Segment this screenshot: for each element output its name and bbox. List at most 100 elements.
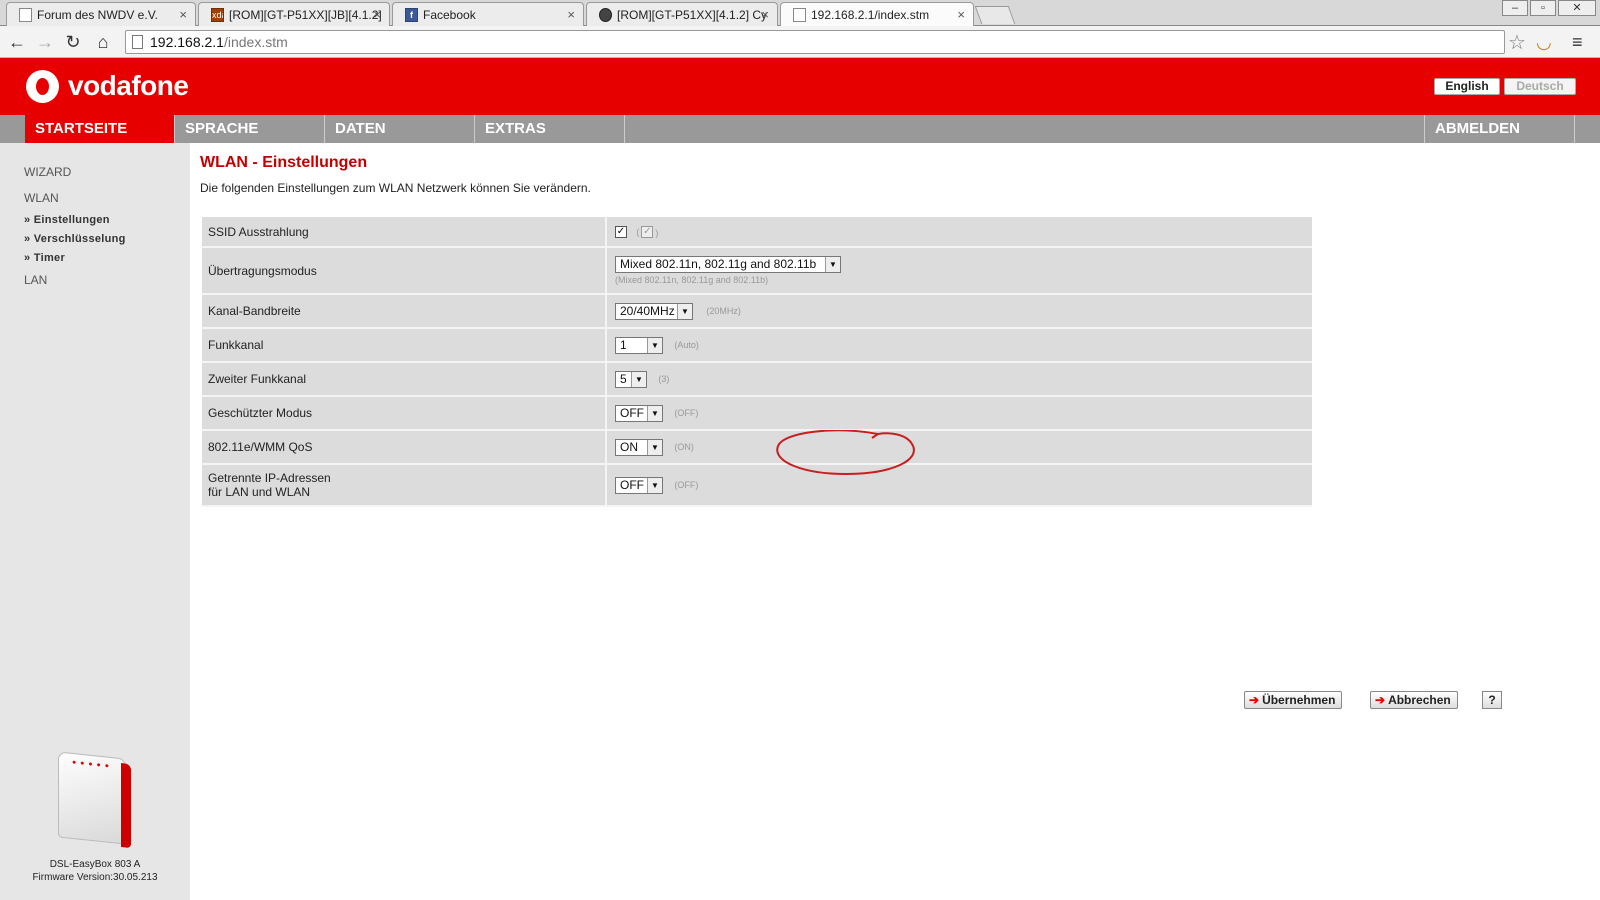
arrow-right-icon: ➔ (1375, 693, 1386, 707)
bandwidth-select-value: 20/40MHz (620, 303, 675, 318)
cancel-button[interactable]: ➔ Abbrechen (1370, 691, 1458, 709)
close-tab-icon[interactable]: × (179, 7, 187, 22)
ssid-value: ✓ (✓) (606, 217, 1312, 248)
minimize-icon[interactable]: – (1502, 0, 1528, 16)
browser-menu-icon[interactable]: ≡ (1572, 32, 1583, 53)
red-annotation-circle (776, 430, 915, 476)
ssid-default-close: ) (655, 227, 659, 238)
page-title: WLAN - Einstellungen (200, 154, 368, 171)
channel-value: 1 ▼ (Auto) (606, 328, 1312, 363)
settings-row: Funkkanal 1 ▼ (Auto) (202, 328, 1312, 363)
sidebar: WIZARD WLAN » Einstellungen » Verschlüss… (0, 143, 190, 900)
settings-row: Übertragungsmodus Mixed 802.11n, 802.11g… (202, 247, 1312, 295)
browser-tab[interactable]: f Facebook × (392, 2, 584, 26)
separate-label-line2: für LAN und WLAN (208, 485, 311, 499)
amazon-extension-icon[interactable]: ◡ (1536, 32, 1552, 53)
bandwidth-value: 20/40MHz ▼ (20MHz) (606, 294, 1312, 329)
qos-value: ON ▼ (ON) (606, 430, 1312, 465)
channel-select-value: 1 (620, 337, 627, 352)
channel-select[interactable]: 1 ▼ (615, 336, 663, 354)
channel2-value: 5 ▼ (3) (606, 362, 1312, 397)
chevron-down-icon: ▼ (647, 477, 662, 493)
bandwidth-label: Kanal-Bandbreite (202, 294, 607, 329)
qos-select[interactable]: ON ▼ (615, 438, 663, 456)
page-icon (19, 8, 32, 22)
chevron-down-icon: ▼ (677, 303, 692, 319)
new-tab-button[interactable] (974, 6, 1016, 24)
channel2-select[interactable]: 5 ▼ (615, 370, 647, 388)
reload-icon[interactable]: ↻ (62, 32, 84, 52)
right-margin (1576, 143, 1600, 900)
tab-title: [ROM][GT-P51XX][4.1.2] Cy (617, 8, 768, 22)
home-icon[interactable]: ⌂ (92, 32, 114, 52)
close-tab-icon[interactable]: × (373, 7, 381, 22)
sidebar-item-wizard[interactable]: WIZARD (24, 165, 71, 179)
maximize-icon[interactable]: ▫ (1530, 0, 1556, 16)
chevron-down-icon: ▼ (647, 337, 662, 353)
sidebar-item-wlan[interactable]: WLAN (24, 191, 59, 205)
help-button[interactable]: ? (1482, 691, 1502, 709)
close-tab-icon[interactable]: × (957, 7, 965, 22)
separate-select-value: OFF (620, 477, 644, 492)
sidebar-item-lan[interactable]: LAN (24, 273, 47, 287)
menu-extras[interactable]: EXTRAS (475, 115, 625, 143)
channel-default: (Auto) (674, 340, 699, 350)
channel2-default: (3) (658, 374, 670, 384)
menu-abmelden[interactable]: ABMELDEN (1425, 115, 1575, 143)
ssid-broadcast-checkbox[interactable]: ✓ (615, 226, 627, 239)
protected-value: OFF ▼ (OFF) (606, 396, 1312, 431)
menu-daten[interactable]: DATEN (325, 115, 475, 143)
menu-sprache[interactable]: SPRACHE (175, 115, 325, 143)
main-menu: STARTSEITE SPRACHE DATEN EXTRAS ABMELDEN (0, 115, 1600, 143)
settings-row: 802.11e/WMM QoS ON ▼ (ON) (202, 430, 1312, 465)
settings-row: Geschützter Modus OFF ▼ (OFF) (202, 396, 1312, 431)
settings-row: Kanal-Bandbreite 20/40MHz ▼ (20MHz) (202, 294, 1312, 329)
back-icon[interactable]: ← (6, 32, 28, 52)
sidebar-item-verschluesselung[interactable]: » Verschlüsselung (24, 233, 126, 245)
channel2-label: Zweiter Funkkanal (202, 362, 607, 397)
close-window-icon[interactable]: ✕ (1558, 0, 1596, 16)
forward-icon[interactable]: → (34, 32, 56, 52)
ssid-label: SSID Ausstrahlung (202, 217, 607, 248)
close-tab-icon[interactable]: × (567, 7, 575, 22)
page-icon (793, 8, 806, 22)
logo-text: vodafone (68, 70, 189, 101)
separate-default: (OFF) (674, 480, 699, 490)
apply-button[interactable]: ➔ Übernehmen (1244, 691, 1343, 709)
bookmark-star-icon[interactable]: ☆ (1508, 30, 1526, 55)
url-path: /index.stm (223, 34, 288, 50)
router-header: vodafone English Deutsch (0, 58, 1600, 115)
tab-title: [ROM][GT-P51XX][JB][4.1.2] (229, 8, 382, 22)
protected-select[interactable]: OFF ▼ (615, 404, 663, 422)
tab-title: Facebook (423, 8, 476, 22)
mode-select[interactable]: Mixed 802.11n, 802.11g and 802.11b ▼ (615, 256, 841, 273)
deutsch-button[interactable]: Deutsch (1504, 78, 1576, 95)
xda-icon: xda (211, 8, 224, 22)
arrow-right-icon: ➔ (1249, 693, 1260, 707)
separate-select[interactable]: OFF ▼ (615, 476, 663, 494)
browser-tab[interactable]: [ROM][GT-P51XX][4.1.2] Cy × (586, 2, 778, 26)
close-tab-icon[interactable]: × (761, 7, 769, 22)
tab-title: Forum des NWDV e.V. (37, 8, 158, 22)
device-name: DSL-EasyBox 803 A (49, 859, 141, 870)
browser-tab[interactable]: xda [ROM][GT-P51XX][JB][4.1.2] × (198, 2, 390, 26)
chevron-down-icon: ▼ (647, 405, 662, 421)
menu-startseite[interactable]: STARTSEITE (25, 115, 175, 143)
browser-tab-active[interactable]: 192.168.2.1/index.stm × (780, 2, 974, 26)
settings-row: Zweiter Funkkanal 5 ▼ (3) (202, 362, 1312, 397)
qos-label: 802.11e/WMM QoS (202, 430, 607, 465)
sidebar-item-timer[interactable]: » Timer (24, 252, 65, 264)
android-icon (599, 8, 612, 22)
protected-default: (OFF) (674, 408, 699, 418)
qos-select-value: ON (620, 439, 638, 454)
url-input[interactable]: 192.168.2.1/index.stm (125, 30, 1505, 54)
url-host: 192.168.2.1 (150, 34, 224, 50)
firmware-version: Firmware Version:30.05.213 (32, 872, 158, 883)
sidebar-item-einstellungen[interactable]: » Einstellungen (24, 214, 110, 226)
settings-row: SSID Ausstrahlung ✓ (✓) (202, 217, 1312, 248)
separate-label-line1: Getrennte IP-Adressen (208, 471, 331, 485)
mode-label: Übertragungsmodus (202, 247, 607, 295)
bandwidth-select[interactable]: 20/40MHz ▼ (615, 302, 693, 320)
english-button[interactable]: English (1434, 78, 1500, 95)
browser-tab[interactable]: Forum des NWDV e.V. × (6, 2, 196, 26)
